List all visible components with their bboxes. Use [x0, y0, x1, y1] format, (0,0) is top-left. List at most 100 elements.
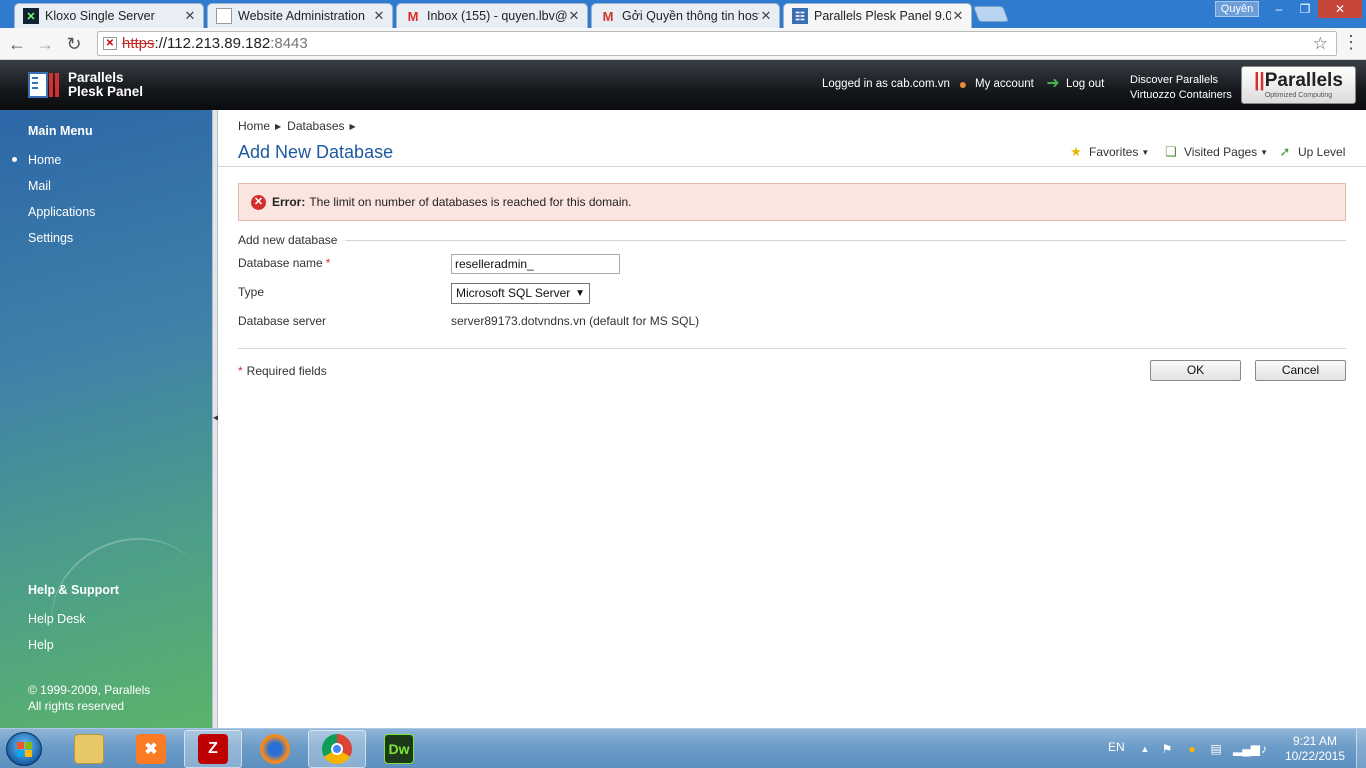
database-type-select[interactable]: Microsoft SQL Server ▼ [451, 283, 590, 304]
discover-link[interactable]: Discover Parallels Virtuozzo Containers [1130, 73, 1232, 103]
system-clock[interactable]: 9:21 AM 10/22/2015 [1284, 734, 1346, 764]
browser-tabstrip: ✕ Kloxo Single Server ✕ Website Administ… [0, 0, 1366, 28]
ok-button[interactable]: OK [1150, 360, 1241, 381]
decorative-swoosh [27, 512, 233, 708]
gmail-icon: M [407, 8, 419, 24]
close-window-icon[interactable]: ✕ [1318, 0, 1362, 18]
kloxo-icon: ✕ [23, 8, 39, 24]
user-icon: ● [958, 76, 968, 92]
bookmark-star-icon[interactable]: ☆ [1313, 32, 1328, 55]
firefox-icon [260, 734, 290, 764]
close-icon[interactable]: ✕ [951, 8, 965, 24]
action-center-icon[interactable]: ⚑ [1160, 742, 1174, 756]
divider [218, 166, 1366, 167]
brand-logo-text: Parallels [1264, 70, 1343, 91]
sidebar-item-help-desk[interactable]: Help Desk [28, 612, 86, 626]
browser-tab-hosting-info[interactable]: M Gởi Quyền thông tin hosti ✕ [591, 3, 780, 28]
tab-title: Gởi Quyền thông tin hosti [622, 9, 759, 23]
close-icon[interactable]: ✕ [759, 8, 773, 24]
type-label: Type [238, 285, 265, 299]
db-server-value: server89173.dotvndns.vn (default for MS … [451, 314, 700, 328]
chrome-icon [322, 734, 352, 764]
cancel-button[interactable]: Cancel [1255, 360, 1346, 381]
plesk-logo-icon [28, 72, 59, 98]
visited-pages-icon: ❏ [1165, 144, 1177, 159]
sidebar-item-mail[interactable]: Mail [28, 179, 51, 193]
breadcrumb-databases[interactable]: Databases [287, 119, 344, 133]
tab-title: Inbox (155) - quyen.lbv@g [427, 9, 567, 23]
tray-app-icon[interactable]: ● [1185, 742, 1199, 756]
required-mark: * [238, 364, 243, 378]
required-mark: * [325, 256, 331, 270]
insecure-lock-icon[interactable]: ✕ [103, 37, 117, 50]
visited-pages-menu[interactable]: ❏ Visited Pages ▼ [1163, 144, 1268, 160]
parallels-brand-logo[interactable]: ||Parallels Optimized Computing [1241, 66, 1356, 104]
taskbar-firefox[interactable] [246, 730, 304, 768]
restore-icon[interactable]: ❐ [1292, 0, 1318, 18]
minimize-icon[interactable]: – [1266, 0, 1292, 18]
address-toolbar: ← → ↻ ✕ https://112.213.89.182:8443 ☆ ⋮ [0, 28, 1366, 60]
url-bar[interactable]: ✕ https://112.213.89.182:8443 ☆ [97, 31, 1337, 56]
copyright-line2: All rights reserved [28, 699, 125, 713]
sidebar: Main Menu Home Mail Applications Setting… [0, 110, 233, 728]
error-label: Error: [272, 195, 306, 209]
sidebar-item-settings[interactable]: Settings [28, 231, 73, 245]
favorites-menu[interactable]: ★ Favorites ▼ [1068, 144, 1149, 160]
browser-tab-plesk[interactable]: ☷ Parallels Plesk Panel 9.0.1 ✕ [783, 3, 972, 28]
my-account-link[interactable]: My account [975, 78, 1034, 90]
filezilla-icon: Z [198, 734, 228, 764]
device-icon[interactable]: ▤ [1209, 742, 1223, 756]
logout-arrow-icon: ➜ [1046, 75, 1060, 92]
url-port: :8443 [270, 35, 308, 52]
database-name-input[interactable] [451, 254, 620, 274]
browser-tab-kloxo[interactable]: ✕ Kloxo Single Server ✕ [14, 3, 204, 28]
profile-button[interactable]: Quyên [1215, 1, 1259, 17]
close-icon[interactable]: ✕ [372, 8, 386, 24]
back-arrow-icon[interactable]: ← [5, 32, 29, 56]
tab-title: Website Administration [238, 9, 365, 23]
taskbar-chrome[interactable] [308, 730, 366, 768]
chevron-down-icon: ▼ [1141, 147, 1150, 157]
taskbar-dreamweaver[interactable]: Dw [370, 730, 428, 768]
browser-tab-inbox[interactable]: M Inbox (155) - quyen.lbv@g ✕ [396, 3, 588, 28]
required-fields-note: * Required fields [238, 364, 327, 378]
network-signal-icon[interactable]: ▂▄▆ [1233, 742, 1260, 756]
tray-expand-icon[interactable]: ▲ [1138, 742, 1152, 756]
language-indicator[interactable]: EN [1108, 740, 1125, 754]
breadcrumb-home[interactable]: Home [238, 119, 270, 133]
breadcrumb-separator-icon: ▶ [349, 122, 356, 131]
taskbar-explorer[interactable] [60, 730, 118, 768]
gmail-icon: M [602, 8, 614, 24]
start-button[interactable] [6, 732, 42, 766]
show-desktop-button[interactable] [1356, 729, 1366, 768]
close-icon[interactable]: ✕ [183, 8, 197, 24]
close-icon[interactable]: ✕ [567, 8, 581, 24]
new-tab-button[interactable] [973, 6, 1009, 22]
section-title: Add new database [238, 233, 346, 247]
breadcrumb-separator-icon: ▶ [275, 122, 282, 131]
error-icon: ✕ [251, 194, 266, 210]
log-out-link[interactable]: Log out [1066, 78, 1104, 90]
db-name-label: Database name * [238, 256, 330, 270]
up-level-button[interactable]: ➚ Up Level [1277, 144, 1346, 160]
sidebar-item-applications[interactable]: Applications [28, 205, 95, 219]
volume-icon[interactable]: ♪ [1257, 742, 1271, 756]
browser-tab-website-admin[interactable]: Website Administration ✕ [207, 3, 393, 28]
required-note-text: Required fields [246, 364, 327, 378]
dropdown-arrow-icon: ▼ [575, 288, 585, 299]
star-icon: ★ [1070, 144, 1082, 159]
parallels-bars-icon: || [1254, 70, 1265, 91]
taskbar-xampp[interactable]: ✖ [122, 730, 180, 768]
tab-title: Kloxo Single Server [45, 9, 155, 23]
sidebar-item-home[interactable]: Home [28, 153, 61, 167]
sidebar-item-help[interactable]: Help [28, 638, 54, 652]
taskbar-filezilla[interactable]: Z [184, 730, 242, 768]
breadcrumb: Home ▶ Databases ▶ [238, 119, 362, 133]
product-name: Parallels Plesk Panel [68, 71, 143, 99]
page-icon [216, 8, 232, 24]
main-content: Home ▶ Databases ▶ Add New Database ★ Favor… [218, 110, 1366, 728]
xampp-icon: ✖ [136, 734, 166, 764]
forward-arrow-icon[interactable]: → [33, 32, 57, 56]
reload-icon[interactable]: ↻ [62, 32, 86, 56]
browser-menu-icon[interactable]: ⋮ [1342, 32, 1360, 53]
